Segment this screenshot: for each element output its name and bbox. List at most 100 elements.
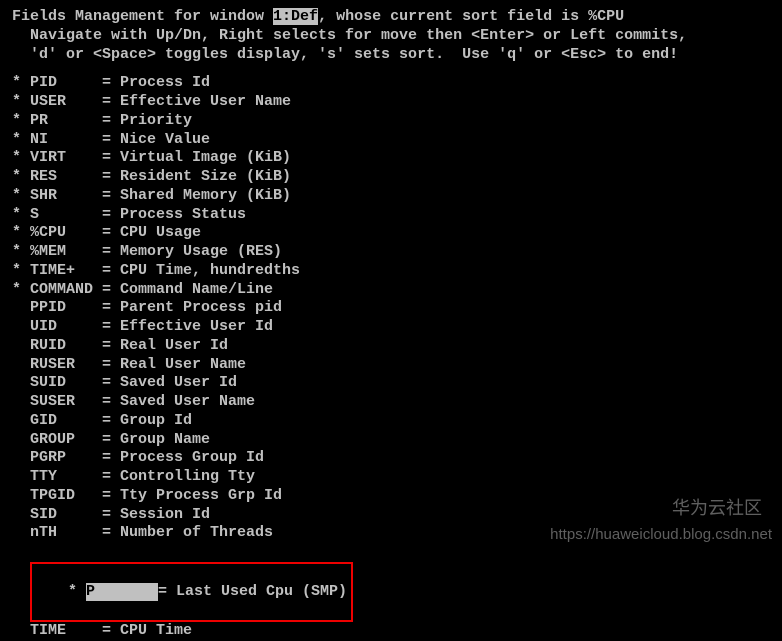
field-row[interactable]: * TIME+= CPU Time, hundredths (12, 262, 770, 281)
field-mark: * (12, 243, 30, 262)
field-mark: * (12, 168, 30, 187)
field-row[interactable]: SUID= Saved User Id (12, 374, 770, 393)
field-row[interactable]: * PR= Priority (12, 112, 770, 131)
field-desc: Shared Memory (KiB) (120, 187, 291, 204)
field-row[interactable]: * %CPU= CPU Usage (12, 224, 770, 243)
field-desc: CPU Time, hundredths (120, 262, 300, 279)
field-eq: = (102, 206, 120, 225)
field-row[interactable]: TTY= Controlling Tty (12, 468, 770, 487)
field-row[interactable]: * SHR= Shared Memory (KiB) (12, 187, 770, 206)
field-row[interactable]: * S= Process Status (12, 206, 770, 225)
header-line-1: Fields Management for window 1:Def, whos… (12, 8, 770, 27)
field-eq: = (102, 149, 120, 168)
field-row[interactable]: RUSER= Real User Name (12, 356, 770, 375)
field-desc: Group Id (120, 412, 192, 429)
field-eq: = (102, 449, 120, 468)
field-desc: Memory Usage (RES) (120, 243, 282, 260)
field-row[interactable]: * %MEM= Memory Usage (RES) (12, 243, 770, 262)
field-eq: = (102, 131, 120, 150)
field-desc: Real User Name (120, 356, 246, 373)
field-name: SID (30, 506, 102, 525)
field-mark (12, 374, 30, 393)
field-row[interactable]: SID= Session Id (12, 506, 770, 525)
field-mark (12, 468, 30, 487)
field-row[interactable]: * VIRT= Virtual Image (KiB) (12, 149, 770, 168)
field-eq: = (102, 74, 120, 93)
field-eq: = (102, 524, 120, 543)
field-desc: Controlling Tty (120, 468, 255, 485)
field-eq: = (102, 262, 120, 281)
field-mark: * (12, 131, 30, 150)
field-mark (12, 393, 30, 412)
field-row[interactable]: * RES= Resident Size (KiB) (12, 168, 770, 187)
field-mark (12, 318, 30, 337)
field-eq: = (102, 318, 120, 337)
field-desc: Process Group Id (120, 449, 264, 466)
field-name: COMMAND (30, 281, 102, 300)
field-mark (12, 356, 30, 375)
field-name: SUID (30, 374, 102, 393)
field-mark: * (68, 583, 86, 602)
field-list-after[interactable]: TIME= CPU Time (12, 622, 770, 641)
field-eq: = (102, 187, 120, 206)
field-row[interactable]: RUID= Real User Id (12, 337, 770, 356)
field-row-highlighted[interactable]: * P = Last Used Cpu (SMP) (12, 543, 770, 622)
field-desc: Resident Size (KiB) (120, 168, 291, 185)
field-row[interactable]: PGRP= Process Group Id (12, 449, 770, 468)
field-list[interactable]: * PID= Process Id* USER= Effective User … (12, 74, 770, 543)
field-desc: Virtual Image (KiB) (120, 149, 291, 166)
field-row[interactable]: TIME= CPU Time (12, 622, 770, 641)
field-desc: Parent Process pid (120, 299, 282, 316)
field-row[interactable]: * NI= Nice Value (12, 131, 770, 150)
field-name: SUSER (30, 393, 102, 412)
field-name: nTH (30, 524, 102, 543)
field-eq: = (102, 299, 120, 318)
field-eq: = (158, 583, 176, 602)
field-row[interactable]: * PID= Process Id (12, 74, 770, 93)
field-eq: = (102, 168, 120, 187)
field-row[interactable]: UID= Effective User Id (12, 318, 770, 337)
field-desc: CPU Usage (120, 224, 201, 241)
field-eq: = (102, 93, 120, 112)
header-suffix: , whose current sort field is %CPU (318, 8, 624, 25)
field-desc: Priority (120, 112, 192, 129)
header-block: Fields Management for window 1:Def, whos… (12, 8, 770, 64)
field-row[interactable]: * COMMAND= Command Name/Line (12, 281, 770, 300)
field-eq: = (102, 374, 120, 393)
field-name: PPID (30, 299, 102, 318)
field-desc: Tty Process Grp Id (120, 487, 282, 504)
field-row[interactable]: GROUP= Group Name (12, 431, 770, 450)
field-name: TPGID (30, 487, 102, 506)
field-desc: Group Name (120, 431, 210, 448)
field-name: PR (30, 112, 102, 131)
field-desc: Effective User Id (120, 318, 273, 335)
field-eq: = (102, 356, 120, 375)
field-eq: = (102, 281, 120, 300)
field-name: PID (30, 74, 102, 93)
watermark-text-2: https://huaweicloud.blog.csdn.net (550, 526, 772, 545)
field-name: P (86, 583, 158, 602)
window-indicator: 1:Def (273, 8, 318, 25)
field-name: GID (30, 412, 102, 431)
field-mark: * (12, 187, 30, 206)
field-row[interactable]: SUSER= Saved User Name (12, 393, 770, 412)
field-mark (12, 431, 30, 450)
field-name: USER (30, 93, 102, 112)
field-desc: Process Id (120, 74, 210, 91)
field-mark (12, 622, 30, 641)
field-name: TIME (30, 622, 102, 641)
field-mark (12, 524, 30, 543)
field-eq: = (102, 393, 120, 412)
field-row[interactable]: PPID= Parent Process pid (12, 299, 770, 318)
field-desc: Command Name/Line (120, 281, 273, 298)
field-row[interactable]: * USER= Effective User Name (12, 93, 770, 112)
field-mark: * (12, 112, 30, 131)
field-eq: = (102, 506, 120, 525)
field-desc: Last Used Cpu (SMP) (176, 583, 347, 600)
field-name: NI (30, 131, 102, 150)
field-name: GROUP (30, 431, 102, 450)
field-desc: Saved User Name (120, 393, 255, 410)
field-row[interactable]: TPGID= Tty Process Grp Id (12, 487, 770, 506)
field-mark (12, 337, 30, 356)
field-row[interactable]: GID= Group Id (12, 412, 770, 431)
